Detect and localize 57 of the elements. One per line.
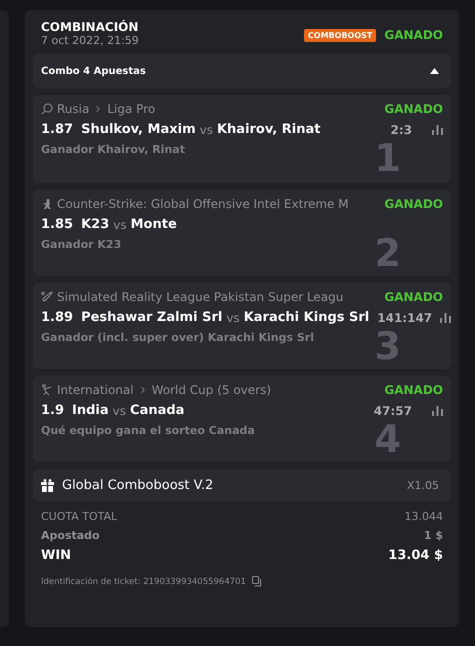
team-name: Karachi Kings Srl <box>244 310 370 325</box>
stats-icon[interactable] <box>432 406 443 416</box>
bat-icon <box>41 291 53 303</box>
bet-date: 7 oct 2022, 21:59 <box>41 34 139 47</box>
odds: 1.85 <box>41 217 74 232</box>
total-value: 13.04 $ <box>388 548 443 563</box>
league-name: Rusia <box>57 102 90 116</box>
bet-type: COMBINACIÓN <box>41 20 139 34</box>
batsman-icon <box>41 384 53 396</box>
ticket-id: Identificación de ticket: 2190339934055964701 <box>41 576 246 586</box>
bet-status: GANADO <box>384 28 443 42</box>
soldier-icon <box>41 198 53 210</box>
team-name: Shulkov, Maxim <box>81 122 196 137</box>
total-label: WIN <box>41 548 72 563</box>
market-label: Qué equipo gana el sorteo Canada <box>41 424 256 437</box>
team-name: K23 <box>81 217 110 232</box>
paddle-icon <box>41 103 53 115</box>
versus-label: vs <box>113 218 127 232</box>
team-name: Canada <box>130 403 184 418</box>
selection-status: GANADO <box>384 290 443 304</box>
boost-tag: COMBOBOOST <box>304 28 376 42</box>
team-name: Khairov, Rinat <box>216 122 320 137</box>
market-label: Ganador K23 <box>41 238 122 251</box>
stats-icon[interactable] <box>432 124 443 134</box>
score: 47:57 <box>374 404 412 418</box>
copy-icon[interactable] <box>252 576 262 587</box>
total-label: CUOTA TOTAL <box>41 510 118 523</box>
versus-label: vs <box>226 310 240 324</box>
market-label: Ganador (incl. super over) Karachi Kings Srl <box>41 331 315 344</box>
boost-multiplier: X1.05 <box>406 478 439 492</box>
score: 141:147 <box>377 310 432 324</box>
team-name: Monte <box>130 217 177 232</box>
odds: 1.89 <box>41 310 74 325</box>
stats-icon[interactable] <box>440 312 451 322</box>
score: 2:3 <box>390 122 412 136</box>
versus-label: vs <box>112 404 126 418</box>
odds: 1.9 <box>41 403 64 418</box>
league-name: Liga Pro <box>107 102 156 116</box>
league-name: World Cup (5 overs) <box>152 383 272 397</box>
league-name: International <box>57 383 134 397</box>
league-name: Counter-Strike: Global Offensive Intel Extreme M <box>57 197 349 211</box>
boost-name: Global Comboboost V.2 <box>62 478 214 492</box>
odds: 1.87 <box>41 122 74 137</box>
gift-icon <box>41 478 54 492</box>
total-value: 13.044 <box>404 510 443 523</box>
selection-status: GANADO <box>384 197 443 211</box>
league-name: Simulated Reality League Pakistan Super Leagu <box>57 290 344 304</box>
versus-label: vs <box>200 122 213 136</box>
total-value: 1 $ <box>424 529 443 542</box>
team-name: Peshawar Zalmi Srl <box>81 310 222 325</box>
selection-status: GANADO <box>384 102 443 116</box>
team-name: India <box>72 403 109 418</box>
collapse-icon <box>430 68 439 74</box>
market-label: Ganador Khairov, Rinat <box>41 143 186 156</box>
total-label: Apostado <box>41 529 100 542</box>
selection-status: GANADO <box>384 383 443 397</box>
combo-toggle[interactable]: Combo 4 Apuestas <box>33 54 451 88</box>
